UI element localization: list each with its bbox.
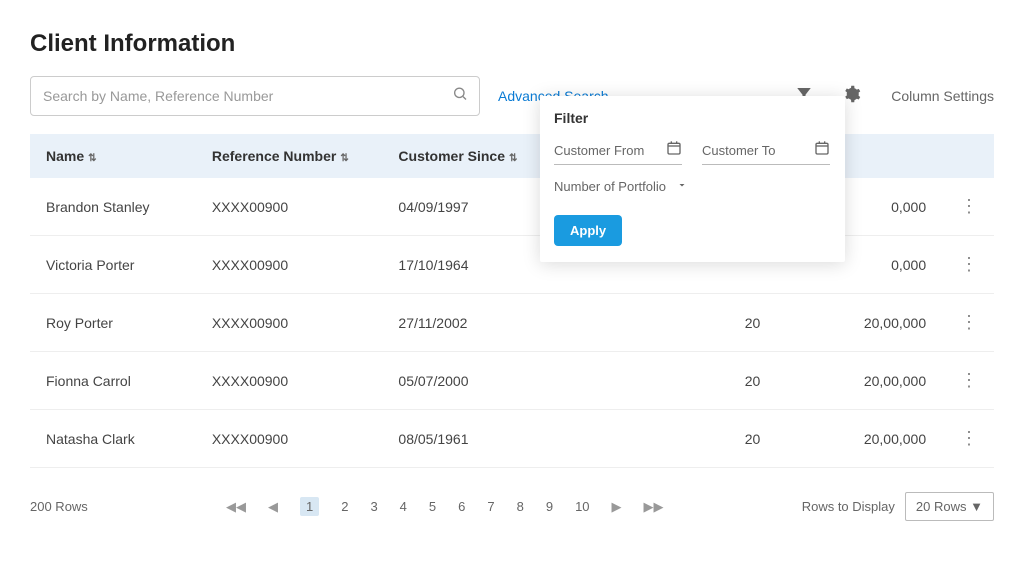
- sort-icon: ⇅: [340, 153, 348, 164]
- sort-icon: ⇅: [88, 153, 96, 164]
- chevron-down-icon: ▼: [970, 499, 983, 514]
- page-title: Client Information: [30, 30, 994, 58]
- row-menu-icon[interactable]: ⋮: [960, 312, 978, 332]
- cell-portfolio: 20: [559, 294, 777, 352]
- cell-reference: XXXX00900: [196, 410, 383, 468]
- chevron-down-icon: [676, 179, 688, 194]
- pager-page[interactable]: 6: [458, 499, 465, 514]
- customer-from-input[interactable]: [554, 143, 654, 158]
- column-settings-label[interactable]: Column Settings: [891, 88, 994, 104]
- rows-select[interactable]: 20 Rows ▼: [905, 492, 994, 521]
- cell-since: 08/05/1961: [382, 410, 558, 468]
- cell-reference: XXXX00900: [196, 236, 383, 294]
- rows-select-value: 20 Rows: [916, 499, 967, 514]
- table-row: Natasha ClarkXXXX0090008/05/19612020,00,…: [30, 410, 994, 468]
- pager-next[interactable]: ▶: [612, 499, 622, 515]
- row-menu-icon[interactable]: ⋮: [960, 196, 978, 216]
- row-menu-icon[interactable]: ⋮: [960, 254, 978, 274]
- calendar-icon[interactable]: [666, 140, 682, 161]
- col-header-reference[interactable]: Reference Number⇅: [196, 134, 383, 178]
- col-header-since[interactable]: Customer Since ⇅: [382, 134, 558, 178]
- cell-name: Roy Porter: [30, 294, 196, 352]
- pager-bar: 200 Rows ◀◀◀12345678910▶▶▶ Rows to Displ…: [30, 492, 994, 521]
- cell-reference: XXXX00900: [196, 352, 383, 410]
- cell-since: 27/11/2002: [382, 294, 558, 352]
- customer-to-input[interactable]: [702, 143, 802, 158]
- search-wrap: [30, 76, 480, 116]
- customer-to-field[interactable]: [702, 142, 830, 165]
- search-icon[interactable]: [452, 86, 468, 107]
- col-header-since-label: Customer Since: [398, 148, 505, 164]
- cell-portfolio: 20: [559, 410, 777, 468]
- cell-since: 04/09/1997: [382, 178, 558, 236]
- table-row: Fionna CarrolXXXX0090005/07/20002020,00,…: [30, 352, 994, 410]
- cell-reference: XXXX00900: [196, 294, 383, 352]
- row-menu-icon[interactable]: ⋮: [960, 370, 978, 390]
- client-table: Name⇅ Reference Number⇅ Customer Since⇅ …: [30, 134, 994, 468]
- cell-value: 20,00,000: [776, 410, 942, 468]
- cell-name: Fionna Carrol: [30, 352, 196, 410]
- pager-page[interactable]: 7: [487, 499, 494, 514]
- calendar-icon[interactable]: [814, 140, 830, 161]
- toolbar: Advanced Search Column Settings: [30, 76, 994, 116]
- customer-from-field[interactable]: [554, 142, 682, 165]
- cell-reference: XXXX00900: [196, 178, 383, 236]
- col-header-name-label: Name: [46, 148, 84, 164]
- table-row: Victoria PorterXXXX0090017/10/19640,000⋮: [30, 236, 994, 294]
- cell-value: 20,00,000: [776, 352, 942, 410]
- pager-page[interactable]: 10: [575, 499, 589, 514]
- pager-page[interactable]: 3: [370, 499, 377, 514]
- pager-last[interactable]: ▶▶: [644, 499, 664, 515]
- pager-first[interactable]: ◀◀: [226, 499, 246, 515]
- cell-name: Natasha Clark: [30, 410, 196, 468]
- pager: ◀◀◀12345678910▶▶▶: [226, 497, 664, 516]
- portfolio-select-label: Number of Portfolio: [554, 179, 666, 194]
- pager-page[interactable]: 8: [517, 499, 524, 514]
- col-header-name[interactable]: Name ⇅: [30, 134, 196, 178]
- cell-value: 20,00,000: [776, 294, 942, 352]
- filter-title: Filter: [554, 110, 831, 126]
- cell-name: Brandon Stanley: [30, 178, 196, 236]
- table-row: Roy PorterXXXX0090027/11/20022020,00,000…: [30, 294, 994, 352]
- table-row: Brandon StanleyXXXX0090004/09/19970,000⋮: [30, 178, 994, 236]
- filter-popup: Filter Number of Portfolio Apply: [540, 96, 845, 262]
- total-rows-label: 200 Rows: [30, 499, 88, 514]
- pager-page[interactable]: 4: [400, 499, 407, 514]
- row-menu-icon[interactable]: ⋮: [960, 428, 978, 448]
- sort-icon: ⇅: [509, 153, 517, 164]
- cell-since: 05/07/2000: [382, 352, 558, 410]
- cell-portfolio: 20: [559, 352, 777, 410]
- pager-prev[interactable]: ◀: [268, 499, 278, 515]
- pager-page[interactable]: 5: [429, 499, 436, 514]
- col-header-reference-label: Reference Number: [212, 148, 337, 164]
- pager-page[interactable]: 1: [300, 497, 319, 516]
- pager-page[interactable]: 9: [546, 499, 553, 514]
- cell-name: Victoria Porter: [30, 236, 196, 294]
- rows-to-display-label: Rows to Display: [802, 499, 895, 514]
- portfolio-select[interactable]: Number of Portfolio: [554, 179, 831, 195]
- cell-since: 17/10/1964: [382, 236, 558, 294]
- pager-page[interactable]: 2: [341, 499, 348, 514]
- apply-button[interactable]: Apply: [554, 215, 622, 246]
- search-input[interactable]: [30, 76, 480, 116]
